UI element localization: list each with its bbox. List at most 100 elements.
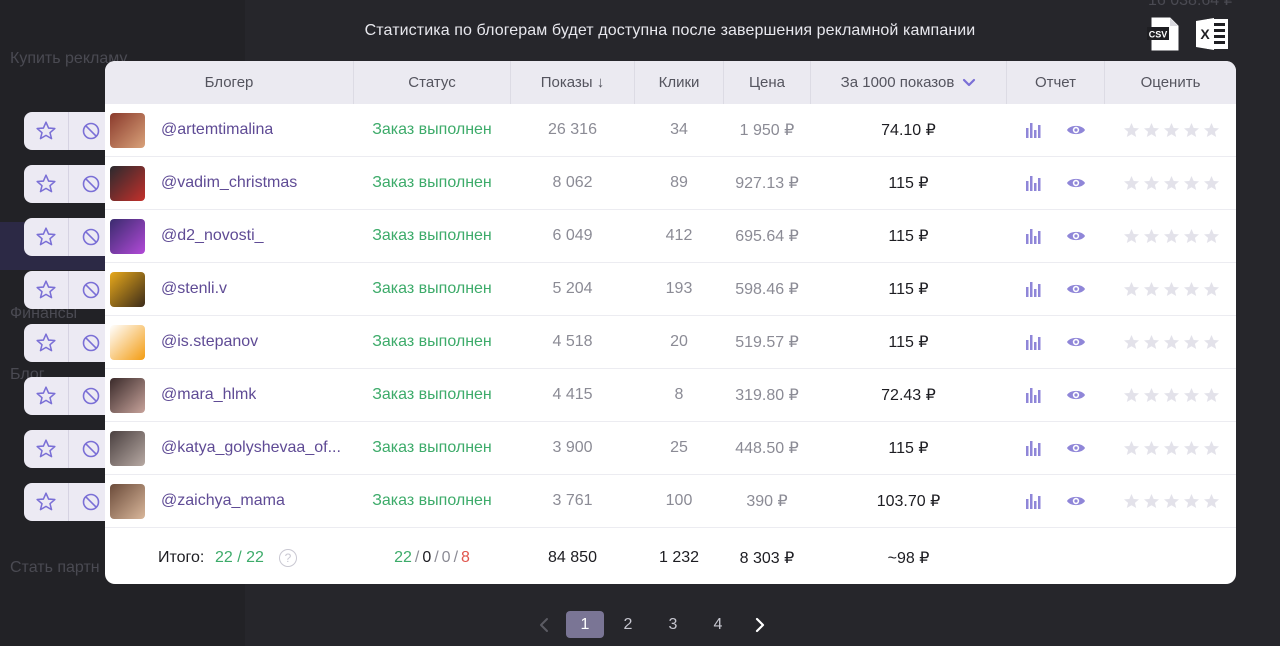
blogger-handle-link[interactable]: @is.stepanov xyxy=(161,333,258,351)
star-icon[interactable] xyxy=(1183,228,1200,245)
star-icon[interactable] xyxy=(1183,493,1200,510)
star-icon[interactable] xyxy=(1203,387,1220,404)
row-side-actions xyxy=(24,483,114,521)
star-icon[interactable] xyxy=(1163,493,1180,510)
pagination-next-button[interactable] xyxy=(747,611,773,638)
star-icon[interactable] xyxy=(1163,122,1180,139)
star-outline-icon xyxy=(36,386,56,405)
avatar xyxy=(110,484,145,519)
report-button[interactable] xyxy=(1023,422,1043,474)
view-button[interactable] xyxy=(1065,316,1087,368)
star-icon[interactable] xyxy=(1143,281,1160,298)
blogger-handle-link[interactable]: @katya_golyshevaa_of... xyxy=(161,439,341,457)
star-icon[interactable] xyxy=(1123,334,1140,351)
export-csv-button[interactable]: CSV xyxy=(1146,16,1182,52)
report-button[interactable] xyxy=(1023,475,1043,527)
star-icon[interactable] xyxy=(1143,387,1160,404)
view-button[interactable] xyxy=(1065,263,1087,315)
star-icon[interactable] xyxy=(1203,493,1220,510)
favorite-button[interactable] xyxy=(24,112,68,150)
chevron-right-icon xyxy=(755,617,765,632)
star-icon[interactable] xyxy=(1203,175,1220,192)
star-icon[interactable] xyxy=(1143,175,1160,192)
header-rate: Оценить xyxy=(1140,74,1201,91)
pagination-page[interactable]: 2 xyxy=(612,611,644,638)
header-clicks[interactable]: Клики xyxy=(635,61,723,104)
favorite-button[interactable] xyxy=(24,271,68,309)
star-icon[interactable] xyxy=(1123,122,1140,139)
star-icon[interactable] xyxy=(1143,334,1160,351)
blogger-handle-link[interactable]: @vadim_christmas xyxy=(161,174,297,192)
star-icon[interactable] xyxy=(1163,440,1180,457)
bar-chart-icon xyxy=(1026,123,1041,138)
view-button[interactable] xyxy=(1065,422,1087,474)
export-excel-button[interactable]: X xyxy=(1194,16,1230,52)
star-icon[interactable] xyxy=(1183,334,1200,351)
pagination-page-current[interactable]: 1 xyxy=(566,611,604,638)
blogger-handle-link[interactable]: @d2_novosti_ xyxy=(161,227,264,245)
view-button[interactable] xyxy=(1065,210,1087,262)
report-button[interactable] xyxy=(1023,157,1043,209)
star-icon[interactable] xyxy=(1123,175,1140,192)
star-icon[interactable] xyxy=(1203,122,1220,139)
report-button[interactable] xyxy=(1023,104,1043,156)
star-icon[interactable] xyxy=(1203,334,1220,351)
star-icon[interactable] xyxy=(1143,122,1160,139)
star-icon[interactable] xyxy=(1163,387,1180,404)
report-button[interactable] xyxy=(1023,369,1043,421)
header-price[interactable]: Цена xyxy=(724,61,810,104)
header-blogger[interactable]: Блогер xyxy=(105,61,353,104)
star-icon[interactable] xyxy=(1183,440,1200,457)
star-icon[interactable] xyxy=(1183,175,1200,192)
totals-status-done: 22 xyxy=(394,548,412,566)
blogger-handle-link[interactable]: @zaichya_mama xyxy=(161,492,285,510)
star-icon[interactable] xyxy=(1163,281,1180,298)
report-button[interactable] xyxy=(1023,210,1043,262)
blogger-handle-link[interactable]: @artemtimalina xyxy=(161,121,273,139)
favorite-button[interactable] xyxy=(24,165,68,203)
blogger-cell: @artemtimalina xyxy=(161,104,349,156)
view-button[interactable] xyxy=(1065,104,1087,156)
pagination-page[interactable]: 3 xyxy=(657,611,689,638)
favorite-button[interactable] xyxy=(24,377,68,415)
star-icon[interactable] xyxy=(1123,228,1140,245)
star-icon[interactable] xyxy=(1183,281,1200,298)
star-icon[interactable] xyxy=(1163,228,1180,245)
star-icon[interactable] xyxy=(1203,440,1220,457)
report-button[interactable] xyxy=(1023,263,1043,315)
header-cpm[interactable]: За 1000 показов xyxy=(811,61,1006,104)
totals-status-sep: / xyxy=(453,548,459,566)
totals-done-count: 22 xyxy=(215,548,233,566)
header-views[interactable]: Показы ↓ xyxy=(511,61,634,104)
star-icon[interactable] xyxy=(1123,493,1140,510)
blogger-handle-link[interactable]: @stenli.v xyxy=(161,280,227,298)
star-icon[interactable] xyxy=(1203,281,1220,298)
report-button[interactable] xyxy=(1023,316,1043,368)
favorite-button[interactable] xyxy=(24,218,68,256)
star-icon[interactable] xyxy=(1143,228,1160,245)
favorite-button[interactable] xyxy=(24,430,68,468)
star-icon[interactable] xyxy=(1143,440,1160,457)
star-icon[interactable] xyxy=(1163,334,1180,351)
clicks-value: 20 xyxy=(670,333,688,350)
star-icon[interactable] xyxy=(1143,493,1160,510)
header-status[interactable]: Статус xyxy=(354,61,510,104)
table-row: @mara_hlmk Заказ выполнен 4 415 8 319.80… xyxy=(105,369,1236,422)
view-button[interactable] xyxy=(1065,369,1087,421)
view-button[interactable] xyxy=(1065,475,1087,527)
star-icon[interactable] xyxy=(1123,440,1140,457)
question-circle-icon[interactable]: ? xyxy=(279,548,297,567)
pagination-prev-button[interactable] xyxy=(531,611,557,638)
favorite-button[interactable] xyxy=(24,324,68,362)
star-icon[interactable] xyxy=(1163,175,1180,192)
star-icon[interactable] xyxy=(1123,387,1140,404)
star-icon[interactable] xyxy=(1123,281,1140,298)
blogger-handle-link[interactable]: @mara_hlmk xyxy=(161,386,256,404)
star-icon[interactable] xyxy=(1183,387,1200,404)
pagination-page[interactable]: 4 xyxy=(702,611,734,638)
view-button[interactable] xyxy=(1065,157,1087,209)
favorite-button[interactable] xyxy=(24,483,68,521)
star-icon[interactable] xyxy=(1183,122,1200,139)
blogger-cell: @mara_hlmk xyxy=(161,369,349,421)
star-icon[interactable] xyxy=(1203,228,1220,245)
